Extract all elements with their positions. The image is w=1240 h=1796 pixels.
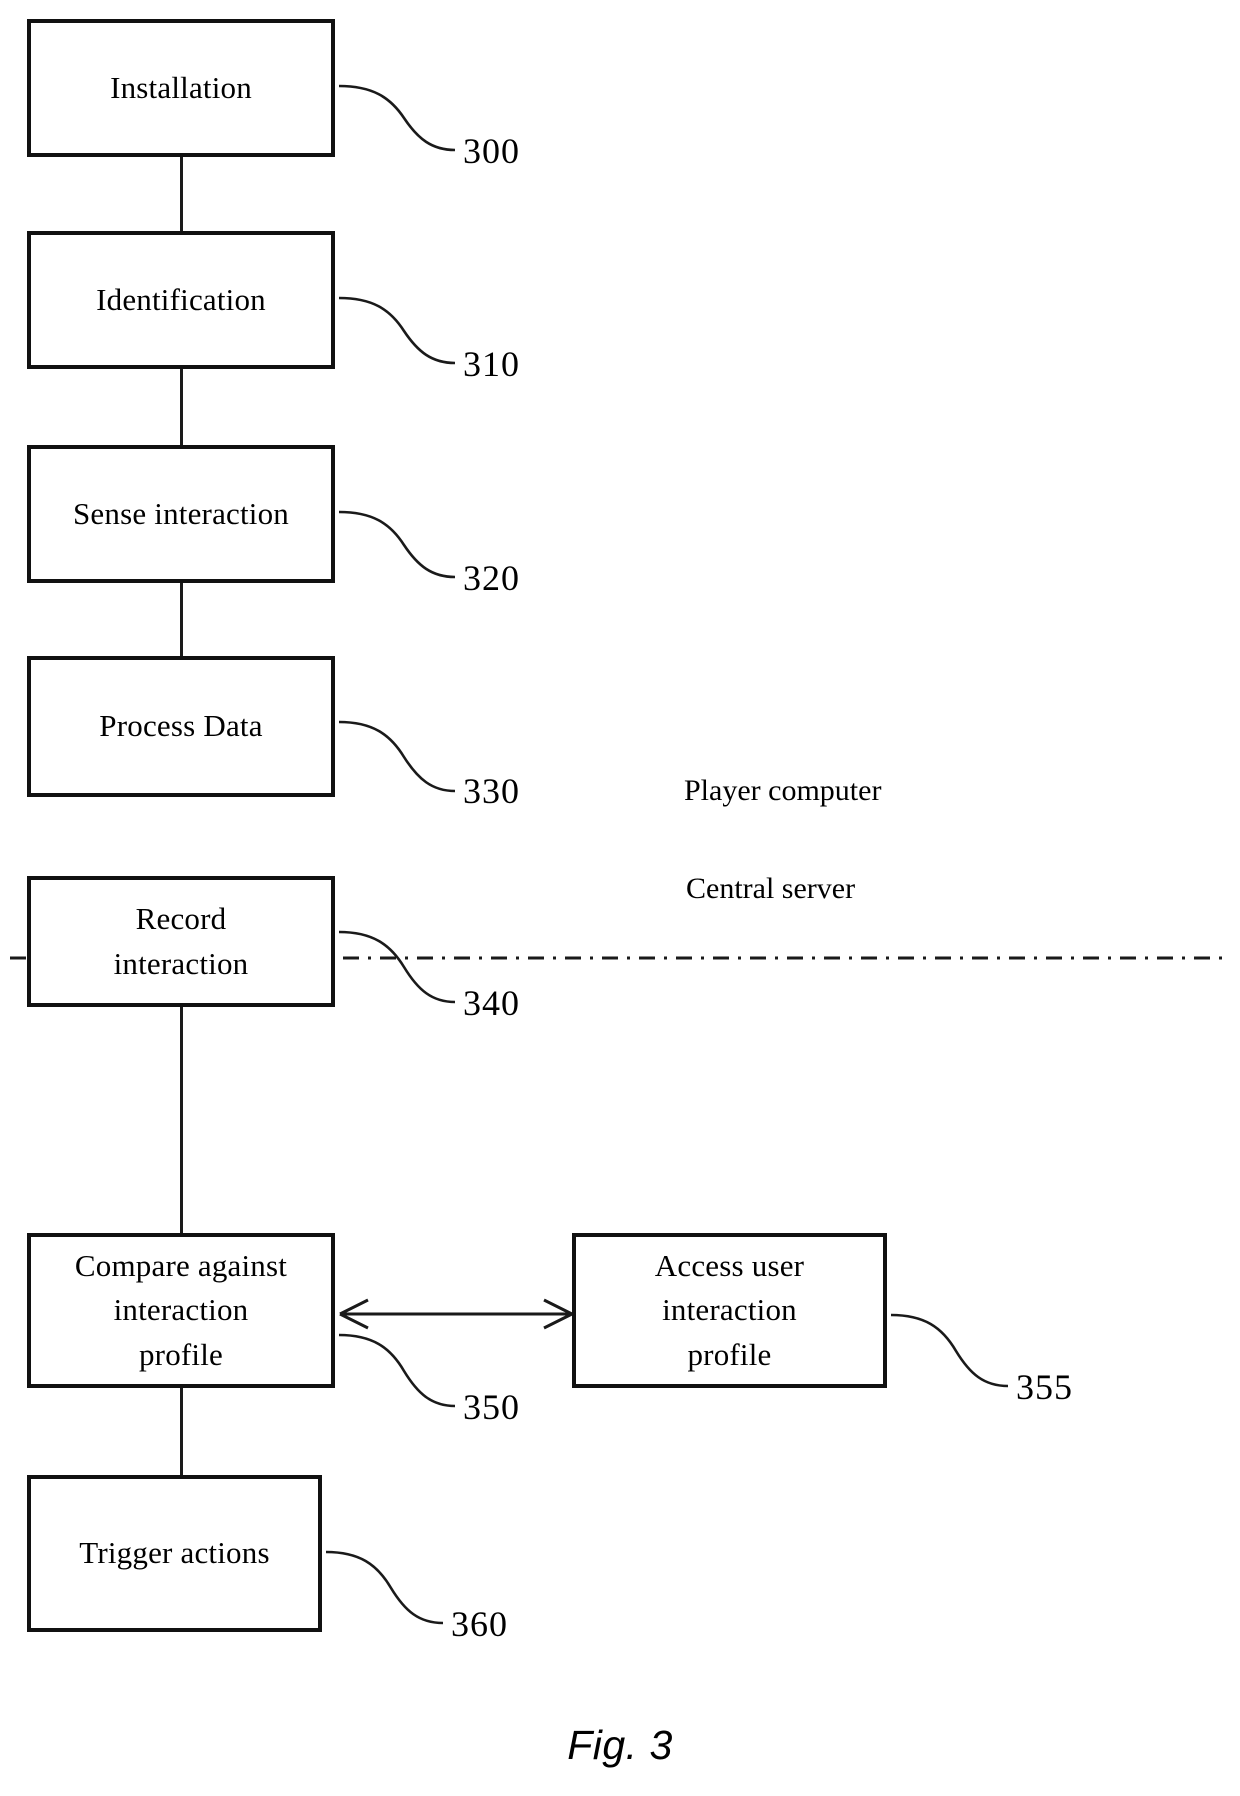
- node-sense-interaction-label: Sense interaction: [72, 495, 290, 531]
- node-record-interaction[interactable]: Record interaction: [27, 876, 335, 1007]
- leader-line-310: [338, 296, 456, 365]
- double-arrow-compare-access: [339, 1298, 573, 1330]
- node-access-profile-label: Access user interaction profile: [654, 1248, 805, 1372]
- zone-label-central-server: Central server: [686, 872, 856, 905]
- node-access-profile[interactable]: Access user interaction profile: [572, 1233, 887, 1388]
- node-trigger-actions-label: Trigger actions: [79, 1535, 270, 1571]
- connector-identification-sense: [180, 367, 183, 448]
- figure-sheet: Installation Identification Sense intera…: [0, 0, 1240, 1796]
- connector-sense-process: [180, 580, 183, 658]
- refnum-310: 310: [463, 344, 520, 384]
- node-installation[interactable]: Installation: [27, 19, 335, 157]
- leader-line-340: [338, 930, 456, 1004]
- refnum-330: 330: [463, 771, 520, 811]
- node-identification-label: Identification: [96, 281, 266, 317]
- leader-line-330: [338, 720, 456, 793]
- refnum-300: 300: [463, 131, 520, 171]
- node-process-data[interactable]: Process Data: [27, 656, 335, 797]
- node-installation-label: Installation: [110, 69, 252, 105]
- refnum-340: 340: [463, 983, 520, 1023]
- node-record-interaction-label: Record interaction: [113, 901, 249, 981]
- leader-line-355: [890, 1313, 1009, 1388]
- node-sense-interaction[interactable]: Sense interaction: [27, 445, 335, 583]
- leader-line-320: [338, 510, 456, 579]
- node-process-data-label: Process Data: [99, 708, 263, 744]
- leader-line-360: [325, 1550, 444, 1625]
- zone-label-player-computer: Player computer: [684, 774, 882, 807]
- leader-line-300: [338, 84, 456, 152]
- refnum-355: 355: [1016, 1367, 1073, 1407]
- node-compare-profile[interactable]: Compare against interaction profile: [27, 1233, 335, 1388]
- leader-line-350: [338, 1333, 456, 1408]
- refnum-350: 350: [463, 1387, 520, 1427]
- connector-compare-trigger: [180, 1386, 183, 1476]
- connector-installation-identification: [180, 155, 183, 237]
- node-identification[interactable]: Identification: [27, 231, 335, 369]
- node-trigger-actions[interactable]: Trigger actions: [27, 1475, 322, 1632]
- refnum-360: 360: [451, 1604, 508, 1644]
- figure-caption: Fig. 3: [567, 1722, 673, 1768]
- connector-record-compare: [180, 1004, 183, 1235]
- refnum-320: 320: [463, 558, 520, 598]
- node-compare-profile-label: Compare against interaction profile: [74, 1248, 288, 1372]
